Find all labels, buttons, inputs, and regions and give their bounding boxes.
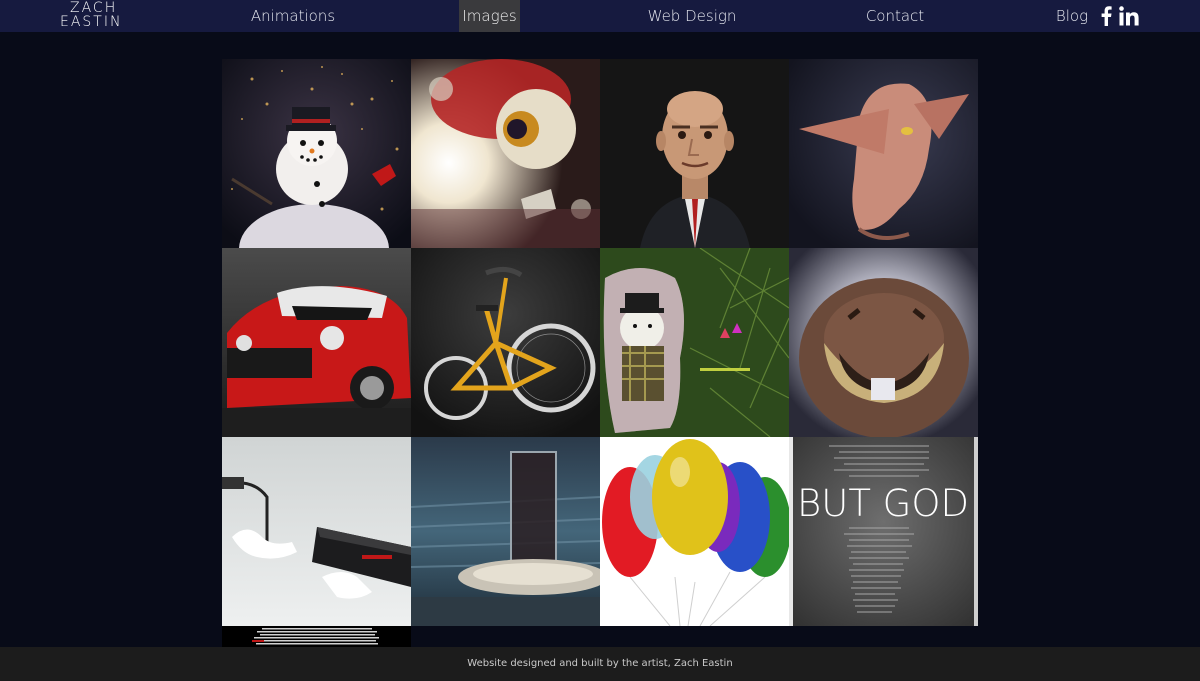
gallery-tile-elf[interactable] [789,59,978,248]
nav-web-design[interactable]: Web Design [644,0,740,32]
navbar: Zach Eastin Animations Images Web Design… [0,0,1200,32]
nav-blog[interactable]: Blog [1053,0,1091,32]
image-gallery: BUT GOD [222,59,979,647]
site-logo[interactable]: Zach Eastin [60,0,130,32]
glass-on-table-image [411,437,600,626]
balloons-image [600,437,789,626]
yellow-bicycle-image [411,248,600,437]
gallery-tile-lightbulb[interactable] [411,59,600,248]
linkedin-icon[interactable] [1119,6,1139,26]
nav-contact[interactable]: Contact [862,0,928,32]
furry-creature-image [789,248,978,437]
charger-hands-image [222,437,411,626]
elf-sculpt-image [789,59,978,248]
nav-images[interactable]: Images [459,0,520,32]
facebook-icon[interactable] [1100,6,1112,26]
snowman-image [222,59,411,248]
gallery-tile-ornament[interactable] [600,248,789,437]
gallery-tile-document[interactable] [222,626,411,647]
logo-line-1: Zach [70,0,118,16]
gallery-tile-glass[interactable] [411,437,600,626]
gallery-tile-but-god[interactable]: BUT GOD [789,437,978,626]
gallery-tile-portrait[interactable] [600,59,789,248]
snowman-ornament-image [600,248,789,437]
gallery-tile-car[interactable] [222,248,411,437]
nav-animations[interactable]: Animations [248,0,338,32]
bald-man-portrait-image [600,59,789,248]
lightbulb-eyeball-image [411,59,600,248]
but-god-poster-image: BUT GOD [789,437,978,626]
footer: Website designed and built by the artist… [0,647,1200,681]
text-document-image [222,626,411,647]
logo-line-2: Eastin [60,14,123,30]
footer-credit: Website designed and built by the artist… [467,658,733,669]
page: Zach Eastin Animations Images Web Design… [0,0,1200,681]
but-god-caption: BUT GOD [797,482,969,525]
gallery-tile-snowman[interactable] [222,59,411,248]
red-mini-car-image [222,248,411,437]
gallery-tile-creature[interactable] [789,248,978,437]
gallery-tile-charger[interactable] [222,437,411,626]
gallery-tile-balloons[interactable] [600,437,789,626]
gallery-tile-bicycle[interactable] [411,248,600,437]
